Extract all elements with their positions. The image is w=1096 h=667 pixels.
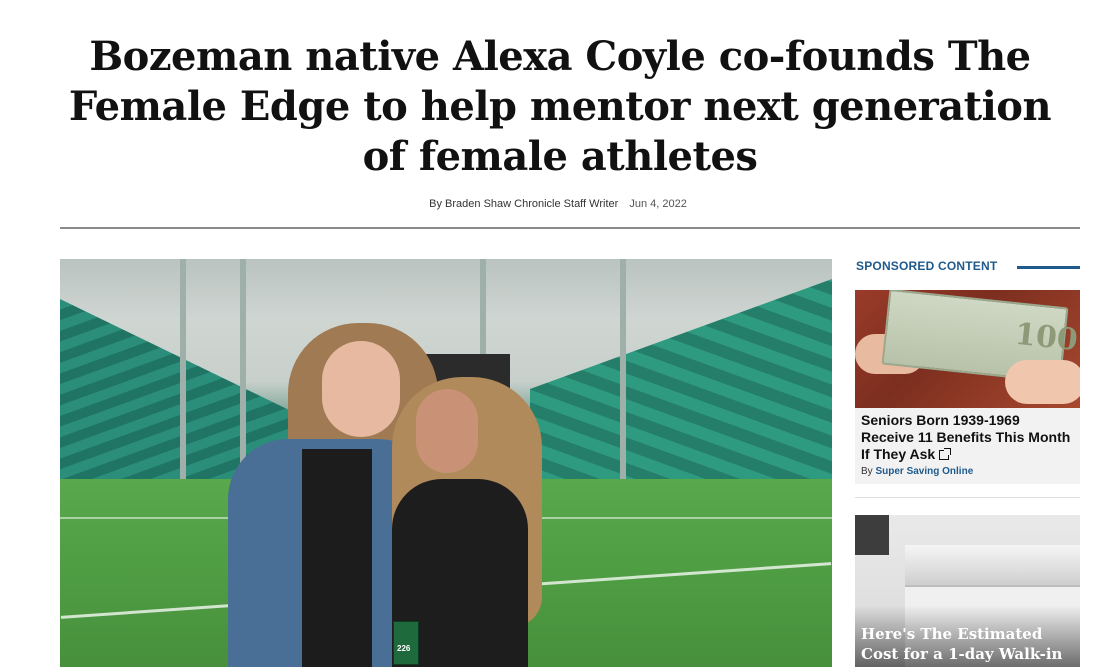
ad-source: By Super Saving Online [861, 466, 974, 477]
stadium-pillar [240, 259, 246, 479]
person-left-face [322, 341, 400, 437]
ad-title-link[interactable]: Here's The Estimated Cost for a 1-day Wa… [861, 624, 1076, 664]
ad-divider [855, 497, 1080, 498]
stadium-roof [60, 259, 832, 319]
hero-photo[interactable]: 226 [60, 259, 832, 667]
publish-date: Jun 4, 2022 [629, 198, 687, 210]
byline: By Braden Shaw Chronicle Staff Writer Ju… [0, 198, 1096, 210]
ad-source-link[interactable]: Super Saving Online [875, 466, 973, 477]
marble-counter [905, 545, 1080, 585]
ad-image-money[interactable]: 100 [855, 290, 1080, 408]
sponsored-content-heading: SPONSORED CONTENT [856, 259, 998, 273]
author-link[interactable]: By Braden Shaw Chronicle Staff Writer [429, 198, 618, 210]
article-headline: Bozeman native Alexa Coyle co-founds The… [68, 33, 1052, 180]
header-divider [60, 227, 1080, 229]
stadium-pillar [180, 259, 186, 479]
hand-shape [1005, 360, 1080, 404]
badge-number: 226 [397, 644, 411, 653]
external-link-icon [939, 448, 952, 460]
person-left-shirt [302, 449, 372, 667]
ad-title-link[interactable]: Seniors Born 1939-1969 Receive 11 Benefi… [861, 412, 1073, 463]
banknote-number: 100 [1013, 316, 1080, 359]
stadium-pillar [620, 259, 626, 479]
person-right-face [416, 389, 478, 473]
lanyard-badge: 226 [393, 621, 419, 665]
window-shape [855, 515, 889, 555]
sponsored-heading-rule [1017, 266, 1080, 269]
